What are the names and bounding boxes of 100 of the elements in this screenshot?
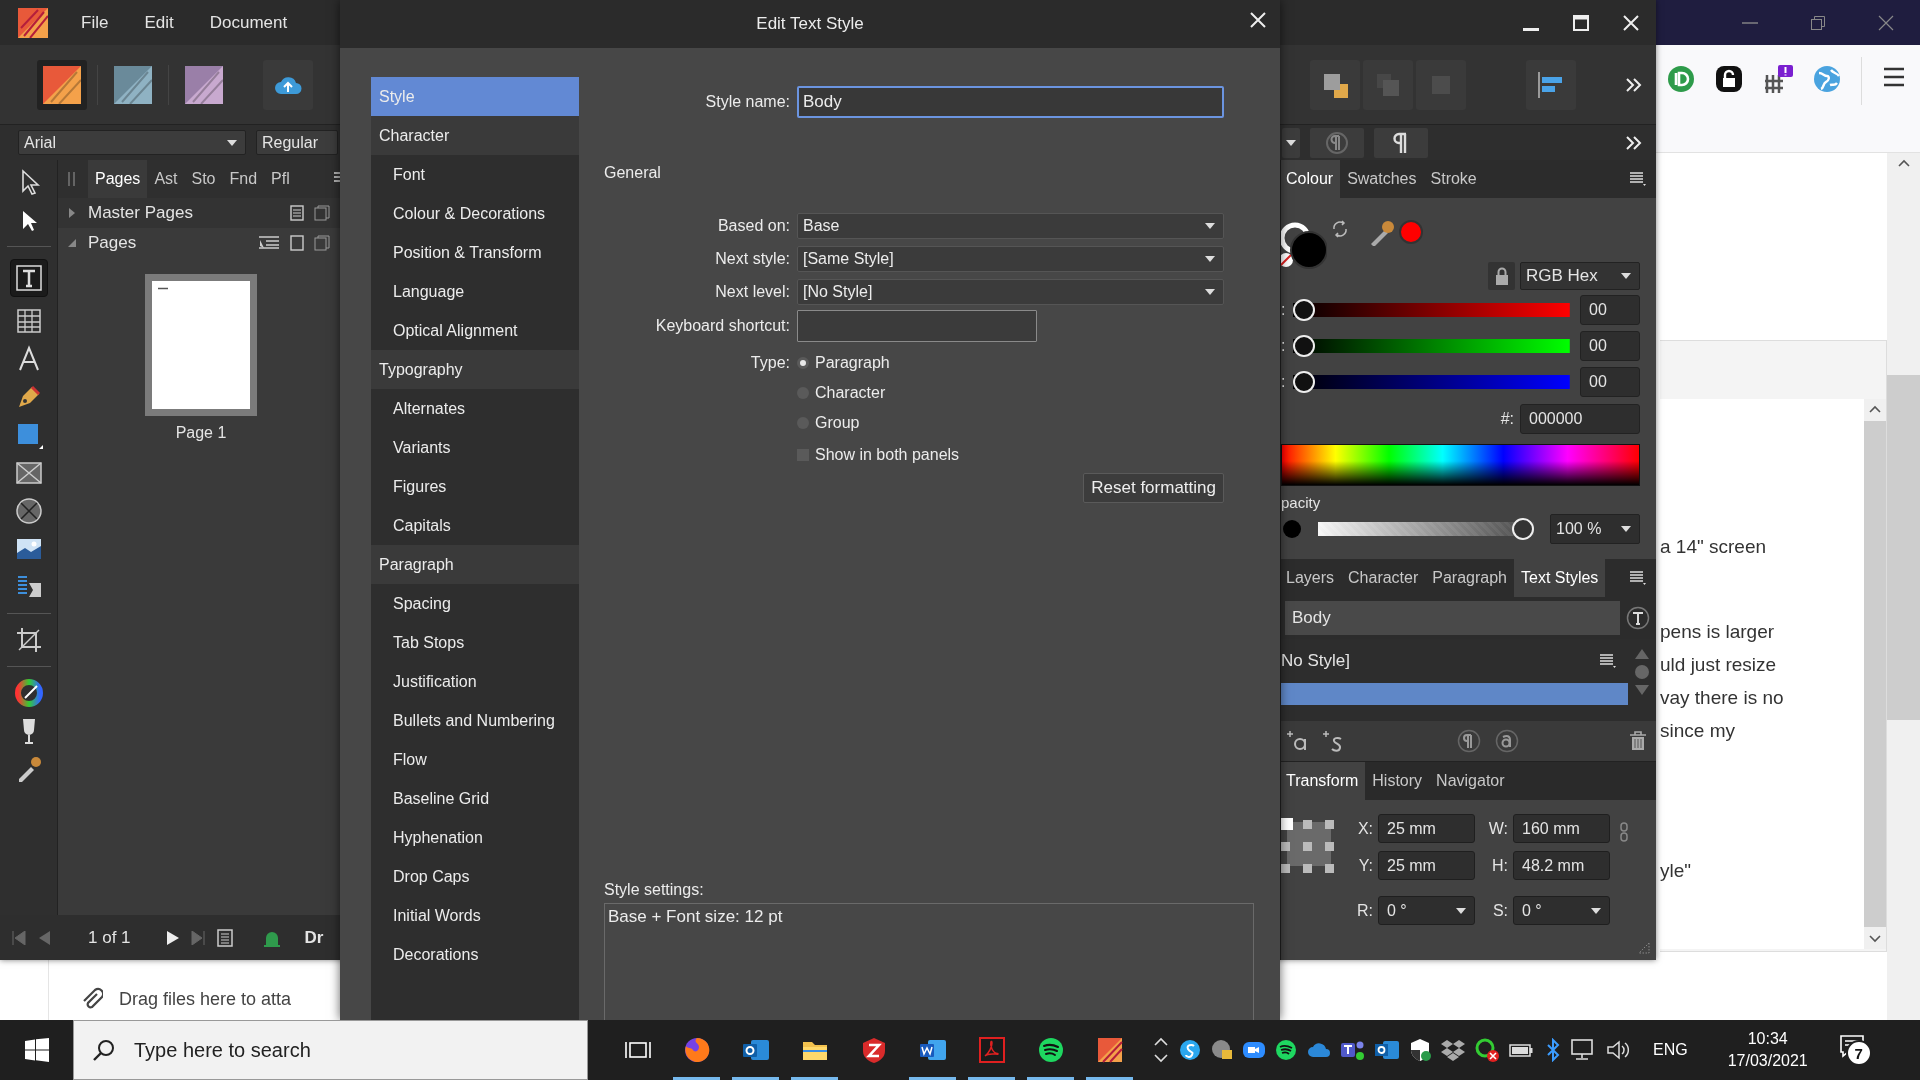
style-name-field[interactable]: Body — [797, 86, 1224, 118]
style-dropdown[interactable]: [No Style] — [797, 279, 1224, 305]
trash-icon[interactable] — [1630, 731, 1646, 751]
panel-tab[interactable]: Navigator — [1429, 762, 1512, 800]
colour-model-dropdown[interactable]: RGB Hex — [1520, 262, 1640, 290]
page-icon[interactable] — [290, 235, 304, 251]
close-button[interactable] — [1250, 12, 1266, 28]
tray-icon-button[interactable] — [1243, 1039, 1265, 1061]
panel-menu-icon[interactable] — [1630, 571, 1646, 585]
panel-tab[interactable]: Fnd — [222, 160, 265, 198]
panel-menu-icon[interactable] — [1630, 172, 1646, 186]
table-icon[interactable] — [14, 307, 43, 335]
toolbar-button[interactable] — [263, 59, 313, 110]
disclosure-triangle-icon[interactable] — [66, 237, 78, 249]
menu-item[interactable]: File — [68, 6, 122, 39]
extension-icon[interactable] — [1667, 65, 1695, 93]
shortcut-field[interactable] — [797, 310, 1037, 342]
tool-button[interactable] — [9, 259, 48, 297]
tray-icon-button[interactable] — [1441, 1039, 1465, 1061]
new-paragraph-style-icon[interactable] — [1287, 730, 1309, 752]
style-dropdown[interactable]: [Same Style] — [797, 246, 1224, 272]
colour-picker-wheel-icon[interactable] — [14, 679, 43, 707]
opacity-dropdown[interactable]: 100 % — [1550, 514, 1640, 544]
panel-tab[interactable]: Pages — [88, 160, 148, 198]
toolbar-button[interactable] — [1374, 127, 1428, 158]
tray-icon-button[interactable] — [1375, 1039, 1399, 1061]
value-field[interactable]: 48.2 mm — [1513, 851, 1610, 880]
scroll-thumb-icon[interactable] — [1635, 665, 1649, 679]
hex-field[interactable]: 000000 — [1520, 404, 1640, 434]
category-item[interactable]: Character — [371, 116, 579, 155]
panel-tab[interactable]: Sto — [184, 160, 223, 198]
angle-dropdown[interactable]: 0 ° — [1513, 896, 1610, 925]
language-indicator[interactable]: ENG — [1653, 1041, 1688, 1059]
value-field[interactable]: 00 — [1580, 295, 1640, 325]
panel-tab[interactable]: Stroke — [1423, 160, 1484, 198]
panel-grip-icon[interactable] — [68, 172, 76, 186]
menu-item[interactable]: Document — [196, 6, 301, 39]
more-icon[interactable] — [1624, 134, 1644, 151]
font-dropdown[interactable]: Arial — [18, 130, 246, 155]
toolbar-button[interactable] — [1526, 59, 1576, 110]
menu-item[interactable]: Edit — [131, 6, 187, 39]
more-icon[interactable] — [1624, 76, 1644, 93]
show-hidden-icons-button[interactable] — [1153, 1037, 1169, 1063]
tray-icon-button[interactable] — [1509, 1042, 1535, 1058]
clock-button[interactable]: 10:34 17/03/2021 — [1721, 1027, 1814, 1073]
panel-menu-icon[interactable] — [1600, 654, 1616, 668]
panel-tab[interactable]: Swatches — [1340, 160, 1424, 198]
value-field[interactable]: 00 — [1580, 331, 1640, 361]
padlock-icon[interactable] — [1715, 65, 1743, 93]
lock-button[interactable] — [1488, 262, 1515, 290]
panel-tab[interactable]: Colour — [1281, 160, 1341, 198]
pages-icon[interactable] — [314, 235, 330, 251]
first-page-icon[interactable] — [12, 930, 26, 945]
radio-button[interactable] — [797, 357, 809, 369]
scrollbar[interactable] — [1864, 399, 1886, 949]
tray-icon-button[interactable] — [1607, 1039, 1631, 1061]
notification-button[interactable]: 7 — [1839, 1034, 1872, 1066]
slider-thumb[interactable] — [1512, 518, 1534, 540]
value-field[interactable]: 25 mm — [1378, 814, 1475, 843]
tray-icon-button[interactable] — [1341, 1039, 1365, 1061]
category-item[interactable]: Typography — [371, 350, 579, 389]
link-icon[interactable] — [1620, 822, 1628, 842]
slider-thumb[interactable] — [1293, 335, 1316, 357]
last-page-icon[interactable] — [190, 930, 205, 945]
scroll-down-icon[interactable] — [1869, 935, 1881, 943]
scrollbar[interactable] — [1887, 153, 1920, 1020]
pilcrow-circle-icon[interactable] — [1456, 729, 1481, 753]
value-field[interactable]: 25 mm — [1378, 851, 1475, 880]
pages-icon[interactable] — [314, 205, 330, 221]
tray-icon-button[interactable] — [1409, 1038, 1431, 1062]
value-field[interactable]: 00 — [1580, 367, 1640, 397]
text-style-icon[interactable] — [1626, 606, 1650, 630]
tray-icon-button[interactable] — [1475, 1038, 1499, 1062]
menu-icon[interactable] — [1882, 65, 1906, 89]
frame-icon[interactable] — [14, 459, 43, 487]
scroll-up-icon[interactable] — [1869, 405, 1881, 413]
font-style-dropdown[interactable]: Regular — [256, 130, 338, 155]
panel-tab[interactable]: History — [1365, 762, 1430, 800]
previous-page-icon[interactable] — [38, 930, 50, 945]
dropdown-button[interactable] — [1282, 127, 1300, 158]
character-circle-icon[interactable] — [1494, 729, 1519, 753]
swap-arrows-icon[interactable] — [1331, 220, 1349, 238]
panel-tab[interactable]: Ast — [147, 160, 185, 198]
page-icon[interactable] — [290, 205, 304, 221]
next-page-icon[interactable] — [166, 930, 179, 945]
panel-tab[interactable]: Layers — [1281, 559, 1342, 597]
value-field[interactable]: 160 mm — [1513, 814, 1610, 843]
page-list-icon[interactable] — [216, 928, 233, 947]
colour-spectrum[interactable] — [1281, 444, 1640, 486]
colour-dot-icon[interactable] — [1399, 220, 1423, 244]
reset-button[interactable]: Reset formatting — [1083, 473, 1224, 503]
scroll-up-icon[interactable] — [1897, 159, 1910, 167]
panel-tab[interactable]: Character — [1341, 559, 1426, 597]
globe-icon[interactable] — [1813, 65, 1841, 93]
style-dropdown[interactable]: Base — [797, 213, 1224, 239]
tray-icon-button[interactable] — [1211, 1039, 1233, 1061]
category-item[interactable]: Paragraph — [371, 545, 579, 584]
page-thumbnail[interactable] — [145, 274, 257, 416]
panel-tab[interactable]: Paragraph — [1425, 559, 1514, 597]
tray-icon-button[interactable] — [1179, 1039, 1201, 1061]
